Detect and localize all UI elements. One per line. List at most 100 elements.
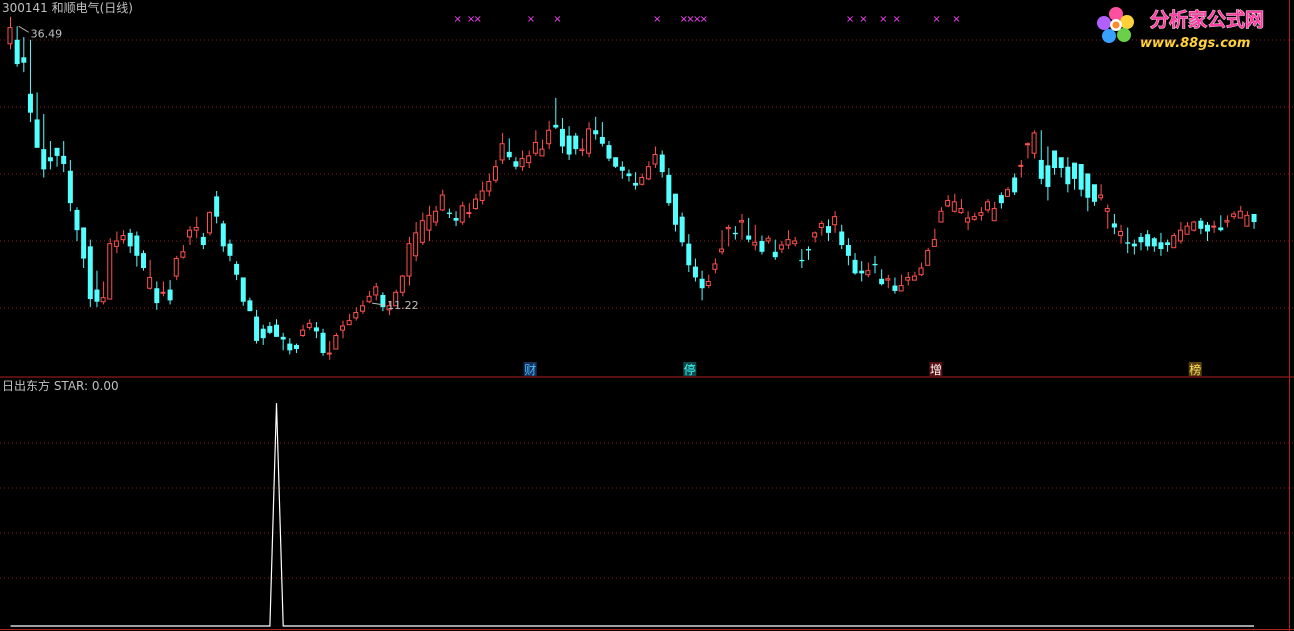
candle bbox=[413, 222, 419, 262]
candle bbox=[300, 324, 306, 337]
candle-body bbox=[426, 214, 432, 231]
candle-body bbox=[74, 209, 80, 231]
candle bbox=[274, 319, 279, 337]
candle bbox=[234, 261, 240, 281]
candle bbox=[313, 321, 319, 339]
candle-body bbox=[81, 227, 87, 259]
signal-marker: × bbox=[553, 14, 561, 25]
candle bbox=[965, 211, 971, 231]
candle bbox=[1244, 211, 1250, 227]
candle-body bbox=[579, 148, 585, 151]
candle bbox=[1024, 142, 1030, 159]
candle bbox=[905, 272, 911, 286]
candle-body bbox=[772, 251, 778, 258]
candle-body bbox=[87, 246, 93, 300]
candle bbox=[526, 150, 532, 169]
signal-marker: × bbox=[474, 14, 482, 25]
candle-body bbox=[1031, 132, 1037, 154]
candle bbox=[200, 232, 206, 250]
signal-markers: × ×× × × × ×××× × × × × × × bbox=[454, 14, 961, 25]
signal-marker: × bbox=[892, 14, 900, 25]
candle-body bbox=[519, 158, 525, 168]
candle-body bbox=[227, 243, 233, 256]
candle-body bbox=[626, 173, 632, 177]
candle-body bbox=[187, 229, 193, 238]
candle-body bbox=[885, 278, 891, 281]
candle-body bbox=[446, 212, 452, 214]
candle-body bbox=[905, 276, 911, 281]
candle-body bbox=[193, 226, 199, 231]
candle-body bbox=[1024, 143, 1030, 146]
candle bbox=[1191, 220, 1197, 232]
candle-body bbox=[214, 196, 220, 217]
candle-body bbox=[673, 193, 678, 225]
candle-body bbox=[173, 258, 179, 277]
candle-body bbox=[539, 148, 545, 157]
candle bbox=[1078, 163, 1084, 197]
candle bbox=[399, 274, 405, 297]
candle bbox=[1211, 220, 1217, 233]
candle-body bbox=[599, 136, 605, 144]
candle-body bbox=[559, 128, 565, 147]
candle-body bbox=[313, 327, 319, 332]
candle bbox=[74, 207, 80, 241]
candle bbox=[559, 118, 565, 154]
candle bbox=[673, 193, 678, 232]
candle-body bbox=[785, 239, 791, 246]
candle-body bbox=[1165, 242, 1171, 246]
candle-body bbox=[1158, 242, 1164, 250]
event-label: 停 bbox=[683, 362, 697, 377]
candle bbox=[127, 228, 133, 254]
candle-body bbox=[267, 326, 273, 333]
candle bbox=[293, 343, 299, 354]
candle-body bbox=[67, 170, 73, 204]
candle-body bbox=[852, 259, 858, 274]
candle bbox=[340, 320, 345, 339]
candle bbox=[586, 122, 592, 158]
candle bbox=[579, 138, 585, 156]
candle-body bbox=[473, 198, 478, 210]
candle-body bbox=[333, 334, 339, 350]
event-label: 增 bbox=[929, 362, 943, 377]
candle bbox=[287, 338, 293, 355]
candle-body bbox=[639, 176, 645, 185]
candle-body bbox=[1104, 208, 1110, 212]
candle bbox=[938, 207, 944, 223]
indicator-series[interactable] bbox=[10, 403, 1255, 627]
candle bbox=[1198, 218, 1204, 235]
candle-body bbox=[965, 217, 971, 223]
chart-canvas[interactable]: × ×× × × × ×××× × × × × × × 财停增榜 36.4911.22 bbox=[0, 0, 1294, 631]
candle bbox=[772, 239, 778, 260]
candle-body bbox=[326, 352, 332, 355]
candle-body bbox=[686, 243, 692, 266]
candle bbox=[1018, 159, 1024, 178]
candle-body bbox=[1058, 157, 1064, 169]
candle bbox=[1177, 222, 1183, 244]
candle bbox=[553, 97, 559, 129]
watermark-url: www.88gs.com bbox=[1140, 36, 1250, 51]
candle-body bbox=[1237, 210, 1243, 219]
candle-body bbox=[692, 266, 698, 278]
candle-body bbox=[1125, 242, 1131, 244]
candle bbox=[806, 246, 811, 260]
candle bbox=[346, 313, 352, 326]
candle bbox=[1085, 173, 1091, 212]
event-label: 财 bbox=[523, 362, 537, 377]
candle bbox=[639, 173, 645, 186]
candle-body bbox=[958, 208, 964, 214]
candle-body bbox=[346, 320, 352, 326]
candle bbox=[227, 239, 233, 262]
candle-body bbox=[160, 291, 166, 294]
candle-body bbox=[207, 212, 212, 234]
candle-body bbox=[1118, 231, 1124, 237]
candle-body bbox=[553, 124, 559, 128]
candle bbox=[1138, 232, 1144, 251]
candle bbox=[865, 262, 871, 278]
candle bbox=[54, 147, 60, 167]
candle-body bbox=[340, 325, 345, 331]
candle bbox=[532, 130, 538, 156]
candle bbox=[739, 213, 744, 240]
signal-marker: × bbox=[527, 14, 535, 25]
candle-body bbox=[54, 147, 60, 156]
grid-lines bbox=[0, 39, 1294, 579]
